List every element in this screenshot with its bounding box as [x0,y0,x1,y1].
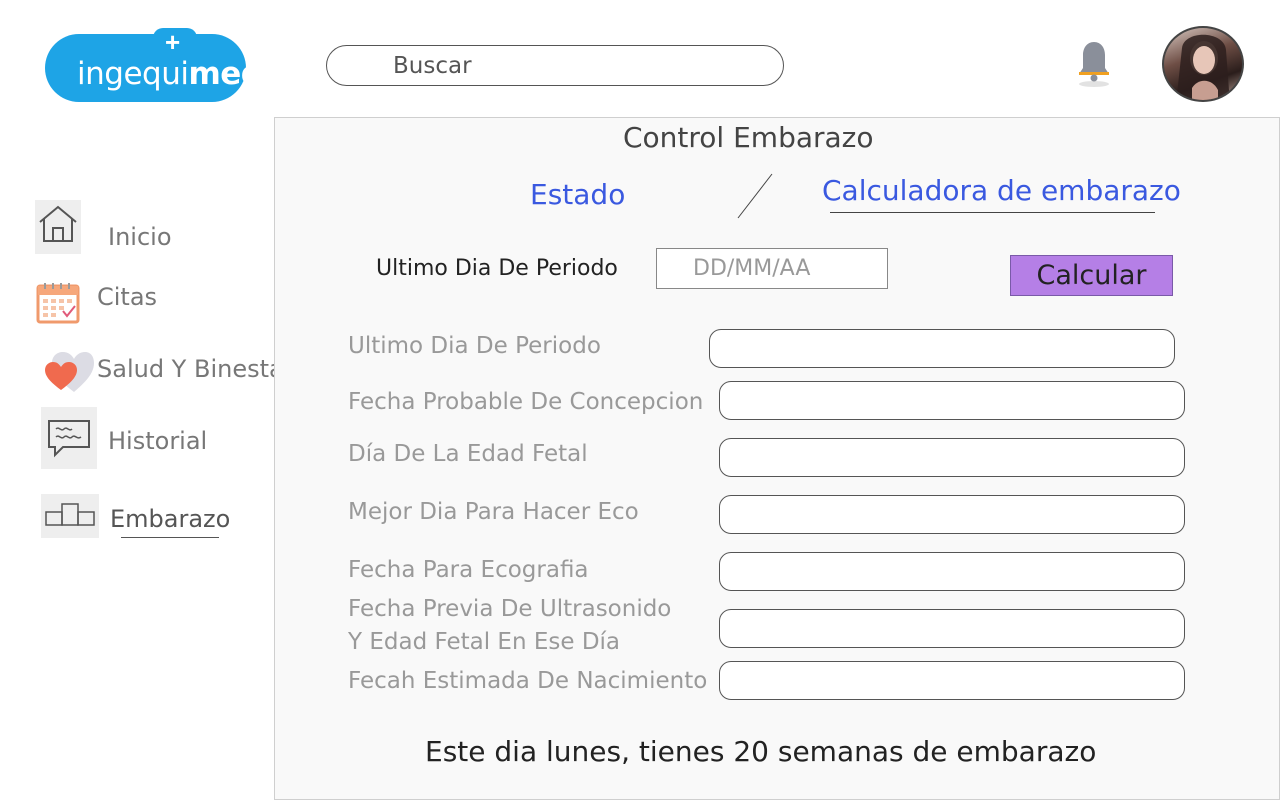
field-ultimo-dia[interactable] [709,329,1175,368]
field-ultrasonido-input[interactable] [720,610,1184,647]
field-edad-fetal-input[interactable] [720,439,1184,476]
sidebar-item-label: Salud Y Binestar [97,355,294,383]
field-label-edad-fetal: Día De La Edad Fetal [348,441,588,467]
field-label-fecha-ecografia: Fecha Para Ecografia [348,557,589,583]
field-label-ultrasonido-line2: Y Edad Fetal En Ese Día [348,629,621,655]
field-label-ultimo-dia: Ultimo Dia De Periodo [348,333,601,359]
field-ultimo-dia-input[interactable] [710,330,1174,367]
field-label-mejor-dia-eco: Mejor Dia Para Hacer Eco [348,499,639,525]
chat-plus-icon: + [153,28,197,65]
bell-icon[interactable] [1074,38,1114,88]
app-logo[interactable]: + ingequimed [45,28,263,102]
field-label-concepcion: Fecha Probable De Concepcion [348,389,704,415]
chat-icon [41,407,97,469]
field-ultrasonido[interactable] [719,609,1185,648]
field-label-ultrasonido-line1: Fecha Previa De Ultrasonido [348,596,672,622]
field-mejor-dia-eco[interactable] [719,495,1185,534]
field-label-nacimiento: Fecah Estimada De Nacimiento [348,668,708,694]
search-bar[interactable] [326,45,784,86]
active-tab-underline [830,212,1155,213]
last-period-label: Ultimo Dia De Periodo [376,256,618,281]
sidebar-item-label: Citas [97,283,158,311]
home-icon [35,200,81,254]
field-edad-fetal[interactable] [719,438,1185,477]
heart-icon [40,348,94,396]
calculate-button[interactable]: Calcular [1010,255,1173,296]
field-nacimiento[interactable] [719,661,1185,700]
sidebar-item-label: Embarazo [110,505,231,533]
last-period-date-input[interactable] [657,249,887,288]
active-underline [121,537,219,538]
tab-estado[interactable]: Estado [530,178,625,211]
page-title: Control Embarazo [623,121,874,154]
sidebar-item-label: Inicio [108,223,172,251]
podium-icon [41,494,99,538]
logo-text-light: ingequi [77,56,189,92]
logo-text: ingequimed [77,56,263,92]
user-avatar[interactable] [1162,26,1244,102]
field-nacimiento-input[interactable] [720,662,1184,699]
field-fecha-ecografia-input[interactable] [720,553,1184,590]
pregnancy-summary: Este dia lunes, tienes 20 semanas de emb… [425,735,1097,768]
calendar-icon [36,280,80,324]
logo-text-bold: med [188,56,263,92]
last-period-date-field[interactable] [656,248,888,289]
tab-separator [737,173,773,219]
field-mejor-dia-eco-input[interactable] [720,496,1184,533]
field-concepcion-input[interactable] [720,382,1184,419]
tab-calculadora[interactable]: Calculadora de embarazo [822,174,1181,207]
sidebar-item-label: Historial [108,427,208,455]
field-fecha-ecografia[interactable] [719,552,1185,591]
search-input[interactable] [393,52,753,80]
field-concepcion[interactable] [719,381,1185,420]
